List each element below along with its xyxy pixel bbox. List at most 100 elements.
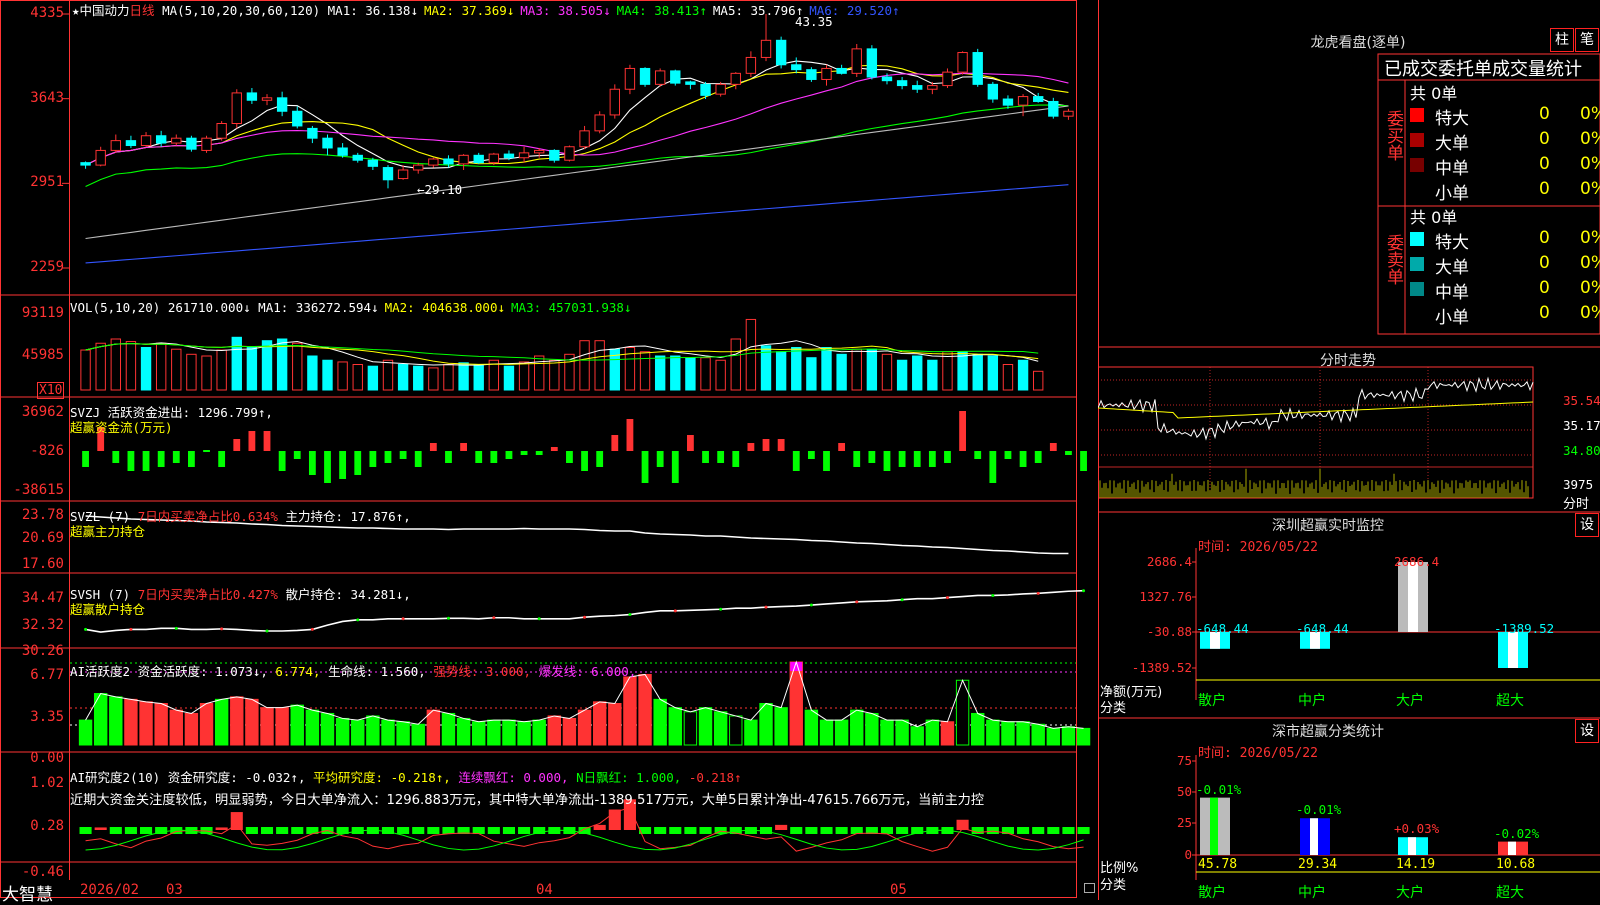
vol-bar (216, 349, 227, 391)
candle-body (987, 83, 999, 100)
sell-value: 0 (1539, 278, 1550, 298)
candle-body (942, 71, 953, 87)
period-label: 日线 (129, 3, 155, 18)
candle-body (382, 167, 394, 181)
candle-body (670, 70, 681, 84)
lock-icon[interactable] (1084, 883, 1095, 893)
candle-body (715, 83, 726, 95)
monitor-value-label: -648.44 (1296, 621, 1349, 636)
candle-body (866, 48, 878, 78)
ai-res-bar (684, 827, 697, 834)
ai-res-bar (835, 827, 848, 834)
svzl-axis-mid: 20.69 (21, 530, 64, 546)
vol-value: 261710.000↓ (167, 300, 251, 315)
brand-label[interactable]: 大智慧 (2, 880, 53, 905)
svsh-dot (129, 627, 133, 631)
sell-side-label: 委卖单 (1382, 234, 1404, 291)
svzj-bar (641, 451, 649, 483)
monitor-value-label: 2686.4 (1394, 554, 1440, 569)
ai-res-axis-top: 1.02 (30, 775, 64, 791)
ai-act-axis-bot: 0.00 (30, 750, 64, 766)
candle-body (639, 67, 651, 85)
candle-body (80, 162, 91, 166)
vol-bar (367, 365, 379, 391)
candle-body (216, 123, 227, 139)
candle-body (428, 158, 439, 166)
price-axis-label: 2951 (30, 174, 64, 191)
intraday-title: 分时走势 (1320, 353, 1376, 369)
ai-act-bar (139, 701, 153, 746)
svzj-bar (1065, 451, 1072, 455)
ai-res-bar (215, 827, 228, 830)
bar-mode-button[interactable]: 柱 (1550, 28, 1574, 52)
intraday-axis-1: 35.54 (1563, 393, 1600, 408)
ai-act-bar (623, 676, 637, 746)
svsh-axis-mid: 32.32 (21, 617, 64, 633)
candle-body (821, 67, 832, 80)
stock-title[interactable]: ★中国动力 (72, 3, 130, 18)
monitor-cat-label: 大户 (1396, 693, 1424, 709)
vol-title: VOL(5,10,20) (70, 300, 161, 315)
main-chart-area[interactable]: ★中国动力日线 MA(5,10,20,30,60,120) MA1: 36.13… (0, 0, 1098, 905)
stat-bottom-label: 14.19 (1396, 857, 1436, 872)
svzj-bar (505, 451, 513, 459)
vol-bar (639, 351, 651, 391)
ai-res-bar (669, 827, 682, 834)
candle-body (458, 154, 469, 165)
svzl-axis-top: 23.78 (21, 507, 64, 523)
ai-res-extra: -0.218↑ (688, 770, 742, 785)
ai-act-bar (577, 709, 592, 746)
ai-res-bar (487, 827, 500, 834)
svsh-dot (900, 598, 904, 602)
candle-body (1048, 100, 1059, 117)
svsh-dot (356, 618, 360, 622)
ai-res-bar (820, 827, 833, 834)
svzl-name: 超赢主力持仓 (70, 524, 146, 539)
stats-columns-header: 已成交委托单成交量统计 (1384, 59, 1582, 80)
ai-act-bar (986, 719, 1000, 746)
vol-bar (1017, 359, 1029, 391)
ai-res-bar (1047, 827, 1060, 834)
right-panel: 龙虎看盘(逐单) 柱 笔 已成交委托单成交量统计 委买单 委卖单 共 0单 共 … (1098, 0, 1600, 901)
tick-mode-button[interactable]: 笔 (1575, 28, 1599, 52)
ai-act-bar (502, 719, 516, 746)
monitor-cat-label: 超大 (1496, 693, 1524, 709)
vol-ma-line (85, 342, 1039, 361)
buy-side-label: 委买单 (1382, 110, 1404, 167)
stat-cat-label: 大户 (1396, 885, 1424, 901)
ai-act-title: AI活跃度2 (70, 664, 131, 679)
buy-color-swatch (1410, 158, 1424, 172)
svzj-bar (218, 451, 226, 467)
ai-act-bar (245, 698, 259, 746)
candle-body (518, 152, 530, 159)
ai-res-bar (139, 827, 153, 834)
svzj-bar (1049, 443, 1057, 451)
vol-bar (579, 340, 590, 391)
monitor-settings-button[interactable]: 设 (1575, 513, 1599, 537)
vol-bar (171, 348, 182, 391)
svzj-bar (898, 451, 906, 467)
svsh-dot (719, 607, 723, 611)
svzj-bar (868, 451, 876, 463)
candle-body (927, 85, 938, 90)
svzj-bar (823, 451, 830, 471)
ai-res-bar (94, 827, 107, 830)
ai-act-bar (78, 719, 93, 746)
ai-act-bar (592, 701, 607, 746)
candle-body (972, 52, 983, 85)
stat-bar (1200, 797, 1230, 855)
stat-settings-button[interactable]: 设 (1575, 719, 1599, 743)
vol-bar (745, 318, 757, 391)
svsh-dot (446, 616, 450, 620)
vol-ma-value-1: MA1: 336272.594↓ (258, 300, 379, 315)
buy-name: 大单 (1435, 134, 1469, 154)
vol-bar (458, 362, 469, 391)
ai-act-bar (396, 721, 410, 746)
vol-unit[interactable]: X10 (37, 382, 65, 399)
candle-body (534, 149, 545, 154)
svzj-bar (293, 451, 301, 459)
ai-act-bar (910, 726, 924, 746)
vol-bar (186, 353, 197, 391)
buy-value: 0 (1539, 154, 1550, 174)
vol-bar (775, 351, 787, 391)
